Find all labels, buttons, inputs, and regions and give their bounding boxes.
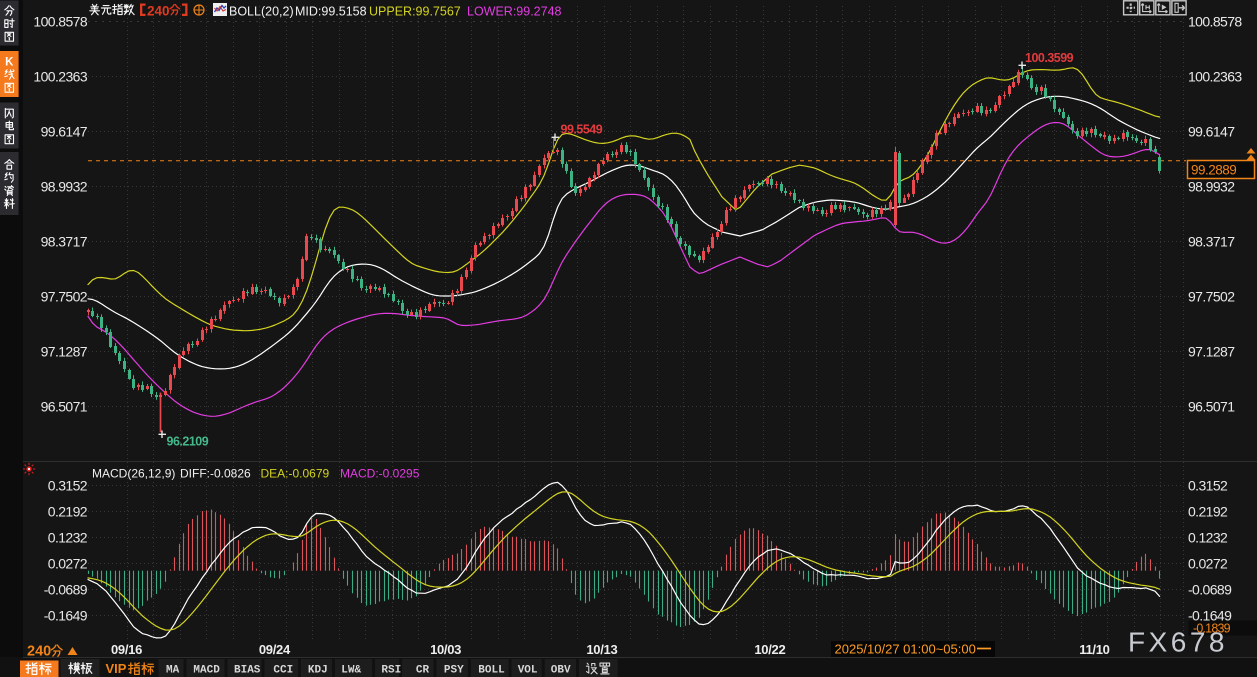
svg-text:11/10: 11/10 bbox=[1079, 642, 1109, 657]
svg-text:97.1287: 97.1287 bbox=[41, 344, 88, 360]
svg-text:-0.1649: -0.1649 bbox=[44, 607, 88, 623]
svg-text:-0.0689: -0.0689 bbox=[1188, 581, 1232, 597]
svg-text:100.8578: 100.8578 bbox=[33, 14, 87, 30]
svg-text:K: K bbox=[5, 57, 14, 69]
svg-text:98.9932: 98.9932 bbox=[41, 179, 88, 195]
svg-text:0.3152: 0.3152 bbox=[48, 477, 88, 493]
svg-text:LW&: LW& bbox=[341, 665, 361, 677]
svg-text:100.8578: 100.8578 bbox=[1188, 14, 1242, 30]
svg-text:99.2889: 99.2889 bbox=[1191, 163, 1236, 178]
svg-text:99.6147: 99.6147 bbox=[1188, 124, 1235, 140]
svg-text:96.5071: 96.5071 bbox=[1188, 399, 1235, 415]
svg-text:LOWER:99.2748: LOWER:99.2748 bbox=[467, 5, 562, 19]
svg-text:99.6147: 99.6147 bbox=[41, 124, 88, 140]
svg-text:RSI: RSI bbox=[381, 665, 401, 677]
svg-text:10/03: 10/03 bbox=[430, 642, 461, 657]
svg-text:97.7502: 97.7502 bbox=[1188, 289, 1235, 305]
svg-text:100.2363: 100.2363 bbox=[33, 69, 87, 85]
svg-text:0.0272: 0.0272 bbox=[48, 555, 88, 571]
svg-text:98.9932: 98.9932 bbox=[1188, 179, 1235, 195]
svg-text:100.3599: 100.3599 bbox=[1025, 51, 1074, 65]
svg-text:10/13: 10/13 bbox=[586, 642, 617, 657]
svg-text:0.0272: 0.0272 bbox=[1188, 555, 1228, 571]
svg-text:0.1232: 0.1232 bbox=[1188, 529, 1228, 545]
svg-text:97.7502: 97.7502 bbox=[41, 289, 88, 305]
svg-text:VIP: VIP bbox=[106, 661, 127, 676]
svg-text:0.2192: 0.2192 bbox=[1188, 503, 1228, 519]
svg-text:MID:99.5158: MID:99.5158 bbox=[295, 5, 367, 19]
svg-text:CR: CR bbox=[416, 665, 430, 677]
svg-text:OBV: OBV bbox=[551, 665, 571, 677]
svg-text:10/22: 10/22 bbox=[754, 642, 785, 657]
svg-text:PSY: PSY bbox=[444, 665, 464, 677]
svg-text:UPPER:99.7567: UPPER:99.7567 bbox=[369, 5, 461, 19]
svg-text:MACD: MACD bbox=[193, 665, 220, 677]
svg-text:BOLL(20,2): BOLL(20,2) bbox=[229, 5, 294, 19]
svg-text:-0.0689: -0.0689 bbox=[44, 581, 88, 597]
svg-text:100.2363: 100.2363 bbox=[1188, 69, 1242, 85]
svg-text:0.3152: 0.3152 bbox=[1188, 477, 1228, 493]
svg-text:97.1287: 97.1287 bbox=[1188, 344, 1235, 360]
svg-text:98.3717: 98.3717 bbox=[41, 234, 88, 250]
svg-text:DIFF:-0.0826: DIFF:-0.0826 bbox=[180, 467, 251, 481]
svg-text:VOL: VOL bbox=[518, 665, 538, 677]
svg-text:99.5549: 99.5549 bbox=[561, 123, 603, 137]
svg-text:MACD(26,12,9): MACD(26,12,9) bbox=[92, 467, 175, 481]
svg-text:0.2192: 0.2192 bbox=[48, 503, 88, 519]
svg-text:0.1232: 0.1232 bbox=[48, 529, 88, 545]
svg-text:CCI: CCI bbox=[273, 665, 293, 677]
svg-text:2025/10/27 01:00~05:00: 2025/10/27 01:00~05:00 bbox=[835, 642, 976, 657]
svg-text:09/16: 09/16 bbox=[111, 642, 142, 657]
svg-text:BOLL: BOLL bbox=[478, 665, 505, 677]
svg-text:BIAS: BIAS bbox=[234, 665, 261, 677]
svg-text:DEA:-0.0679: DEA:-0.0679 bbox=[261, 467, 330, 481]
svg-text:MA: MA bbox=[166, 665, 180, 677]
svg-text:240: 240 bbox=[147, 4, 170, 19]
svg-text:98.3717: 98.3717 bbox=[1188, 234, 1235, 250]
svg-text:09/24: 09/24 bbox=[259, 642, 291, 657]
svg-text:MACD:-0.0295: MACD:-0.0295 bbox=[340, 467, 420, 481]
svg-text:FX678: FX678 bbox=[1128, 627, 1228, 658]
svg-text:KDJ: KDJ bbox=[308, 665, 328, 677]
svg-text:96.5071: 96.5071 bbox=[41, 399, 88, 415]
svg-text:96.2109: 96.2109 bbox=[167, 435, 209, 449]
